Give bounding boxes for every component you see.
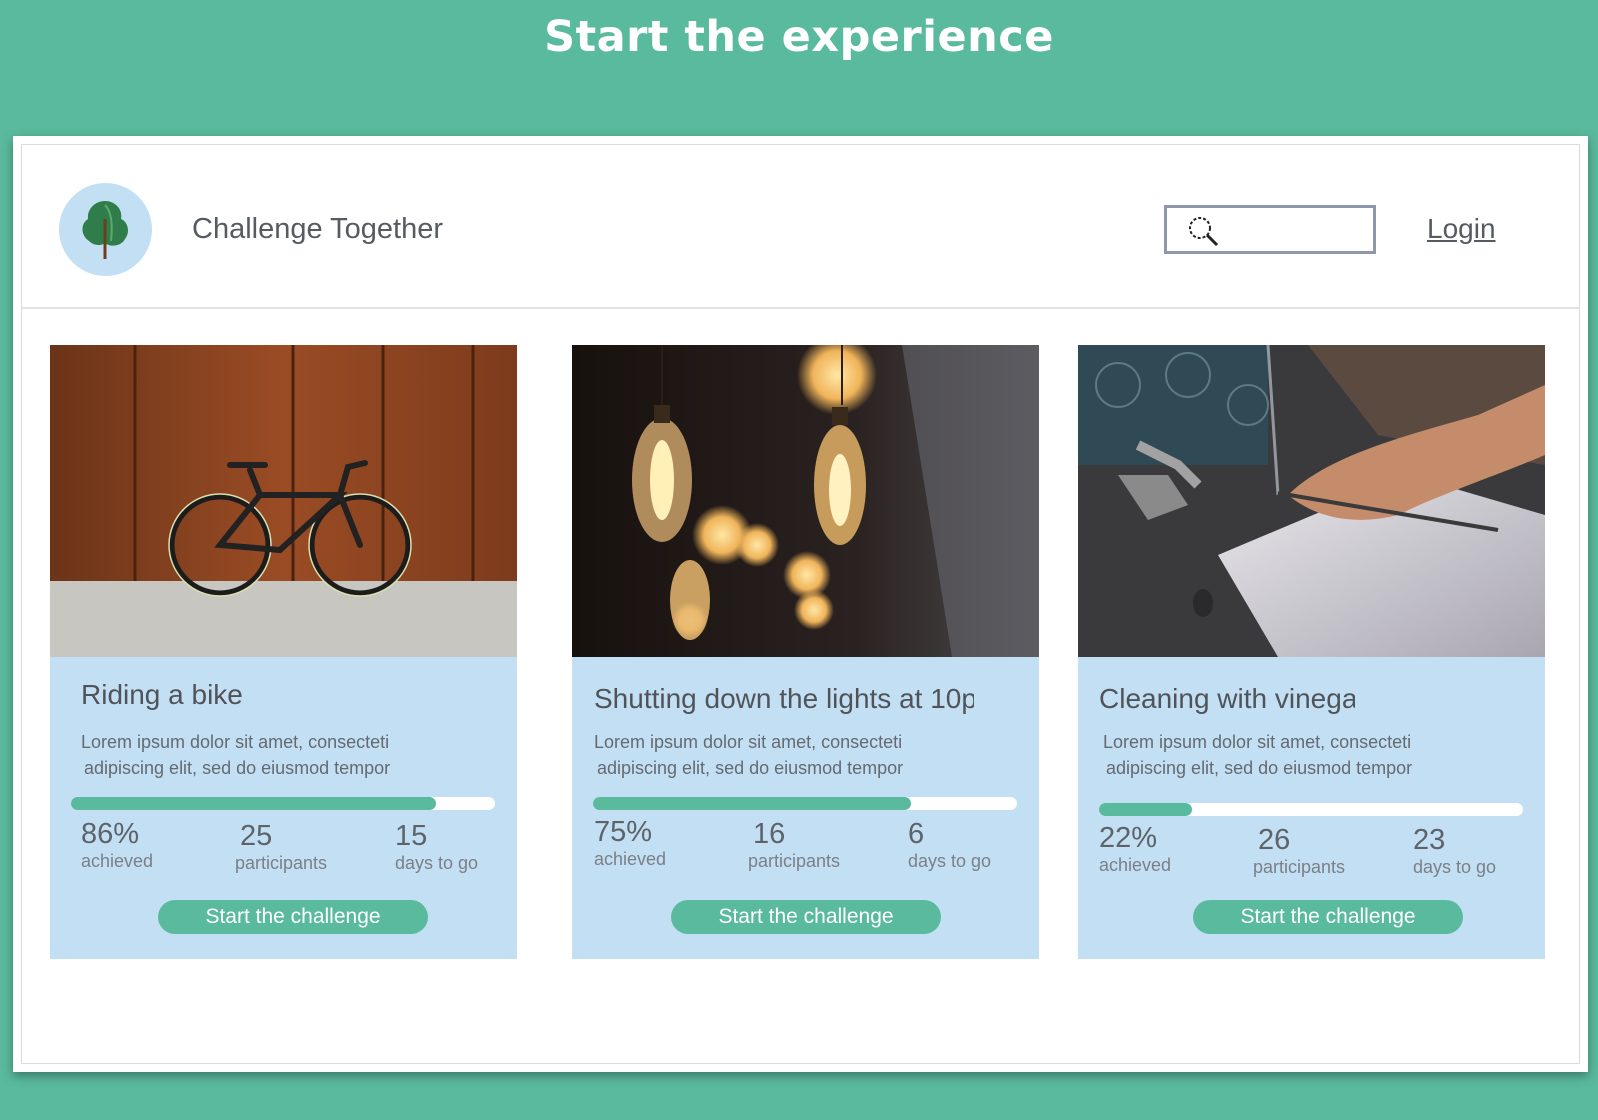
stat-label: participants	[748, 851, 841, 871]
card-description-line: Lorem ipsum dolor sit amet, consecteti	[1103, 732, 1412, 752]
progress-fill	[1099, 803, 1193, 816]
card-description-line: adipiscing elit, sed do eiusmod tempor	[84, 758, 391, 778]
browser-frame: Challenge Together Login Riding a bike L…	[13, 136, 1588, 1072]
challenge-card[interactable]: Shutting down the lights at 10p Lorem ip…	[572, 345, 1039, 959]
stat-value: 75%	[594, 816, 653, 848]
card-description-line: Lorem ipsum dolor sit amet, consecteti	[594, 732, 903, 752]
stat-achieved: 86% achieved	[81, 819, 153, 873]
card-image-lights	[572, 345, 1039, 657]
start-challenge-button[interactable]: Start the challenge	[158, 900, 428, 934]
logo[interactable]	[59, 183, 152, 276]
stat-achieved: 75% achieved	[594, 817, 666, 871]
stat-value: 25	[240, 820, 273, 852]
stat-days: 15 days to go	[395, 821, 478, 875]
card-image-bike	[50, 345, 517, 657]
stat-value: 6	[908, 818, 925, 850]
site-header: Challenge Together Login	[22, 145, 1579, 309]
stat-participants: 26 participants	[1253, 825, 1345, 879]
challenge-card[interactable]: Riding a bike Lorem ipsum dolor sit amet…	[50, 345, 517, 959]
progress-fill	[593, 797, 911, 810]
card-description: Lorem ipsum dolor sit amet, consecteti a…	[81, 729, 401, 781]
stat-value: 23	[1413, 824, 1446, 856]
progress-bar	[1099, 803, 1523, 816]
stat-label: days to go	[908, 851, 992, 871]
stat-participants: 25 participants	[235, 821, 327, 875]
challenge-card[interactable]: Cleaning with vinega Lorem ipsum dolor s…	[1078, 345, 1545, 959]
banner-title: Start the experience	[544, 12, 1054, 62]
stat-label: days to go	[395, 853, 479, 873]
stat-label: days to go	[1413, 857, 1497, 877]
progress-fill	[71, 797, 436, 810]
card-image-cleaning	[1078, 345, 1545, 657]
stat-label: participants	[1253, 857, 1346, 877]
stat-value: 16	[753, 818, 786, 850]
stat-value: 86%	[81, 818, 140, 850]
card-title: Cleaning with vinega	[1099, 683, 1355, 714]
card-title: Riding a bike	[81, 679, 243, 710]
search-input[interactable]	[1164, 205, 1376, 254]
search-icon	[1189, 217, 1219, 247]
stat-days: 6 days to go	[908, 819, 991, 873]
tree-icon	[82, 201, 128, 259]
stat-label: achieved	[594, 849, 667, 869]
card-description-line: Lorem ipsum dolor sit amet, consecteti	[81, 732, 390, 752]
progress-bar	[593, 797, 1017, 810]
card-description: Lorem ipsum dolor sit amet, consecteti a…	[1103, 729, 1423, 781]
card-description-line: adipiscing elit, sed do eiusmod tempor	[597, 758, 904, 778]
stat-participants: 16 participants	[748, 819, 840, 873]
stat-achieved: 22% achieved	[1099, 823, 1171, 877]
card-title: Shutting down the lights at 10p	[594, 683, 974, 714]
start-challenge-button[interactable]: Start the challenge	[1193, 900, 1463, 934]
stat-days: 23 days to go	[1413, 825, 1496, 879]
stat-value: 22%	[1099, 822, 1158, 854]
login-link[interactable]: Login	[1427, 213, 1496, 245]
progress-bar	[71, 797, 495, 810]
app-title: Challenge Together	[192, 213, 443, 245]
stat-label: participants	[235, 853, 328, 873]
card-description: Lorem ipsum dolor sit amet, consecteti a…	[594, 729, 914, 781]
page-container: Challenge Together Login Riding a bike L…	[21, 144, 1580, 1064]
stat-label: achieved	[1099, 855, 1172, 875]
stat-value: 15	[395, 820, 428, 852]
stat-value: 26	[1258, 824, 1291, 856]
start-challenge-button[interactable]: Start the challenge	[671, 900, 941, 934]
stat-label: achieved	[81, 851, 154, 871]
card-description-line: adipiscing elit, sed do eiusmod tempor	[1106, 758, 1413, 778]
